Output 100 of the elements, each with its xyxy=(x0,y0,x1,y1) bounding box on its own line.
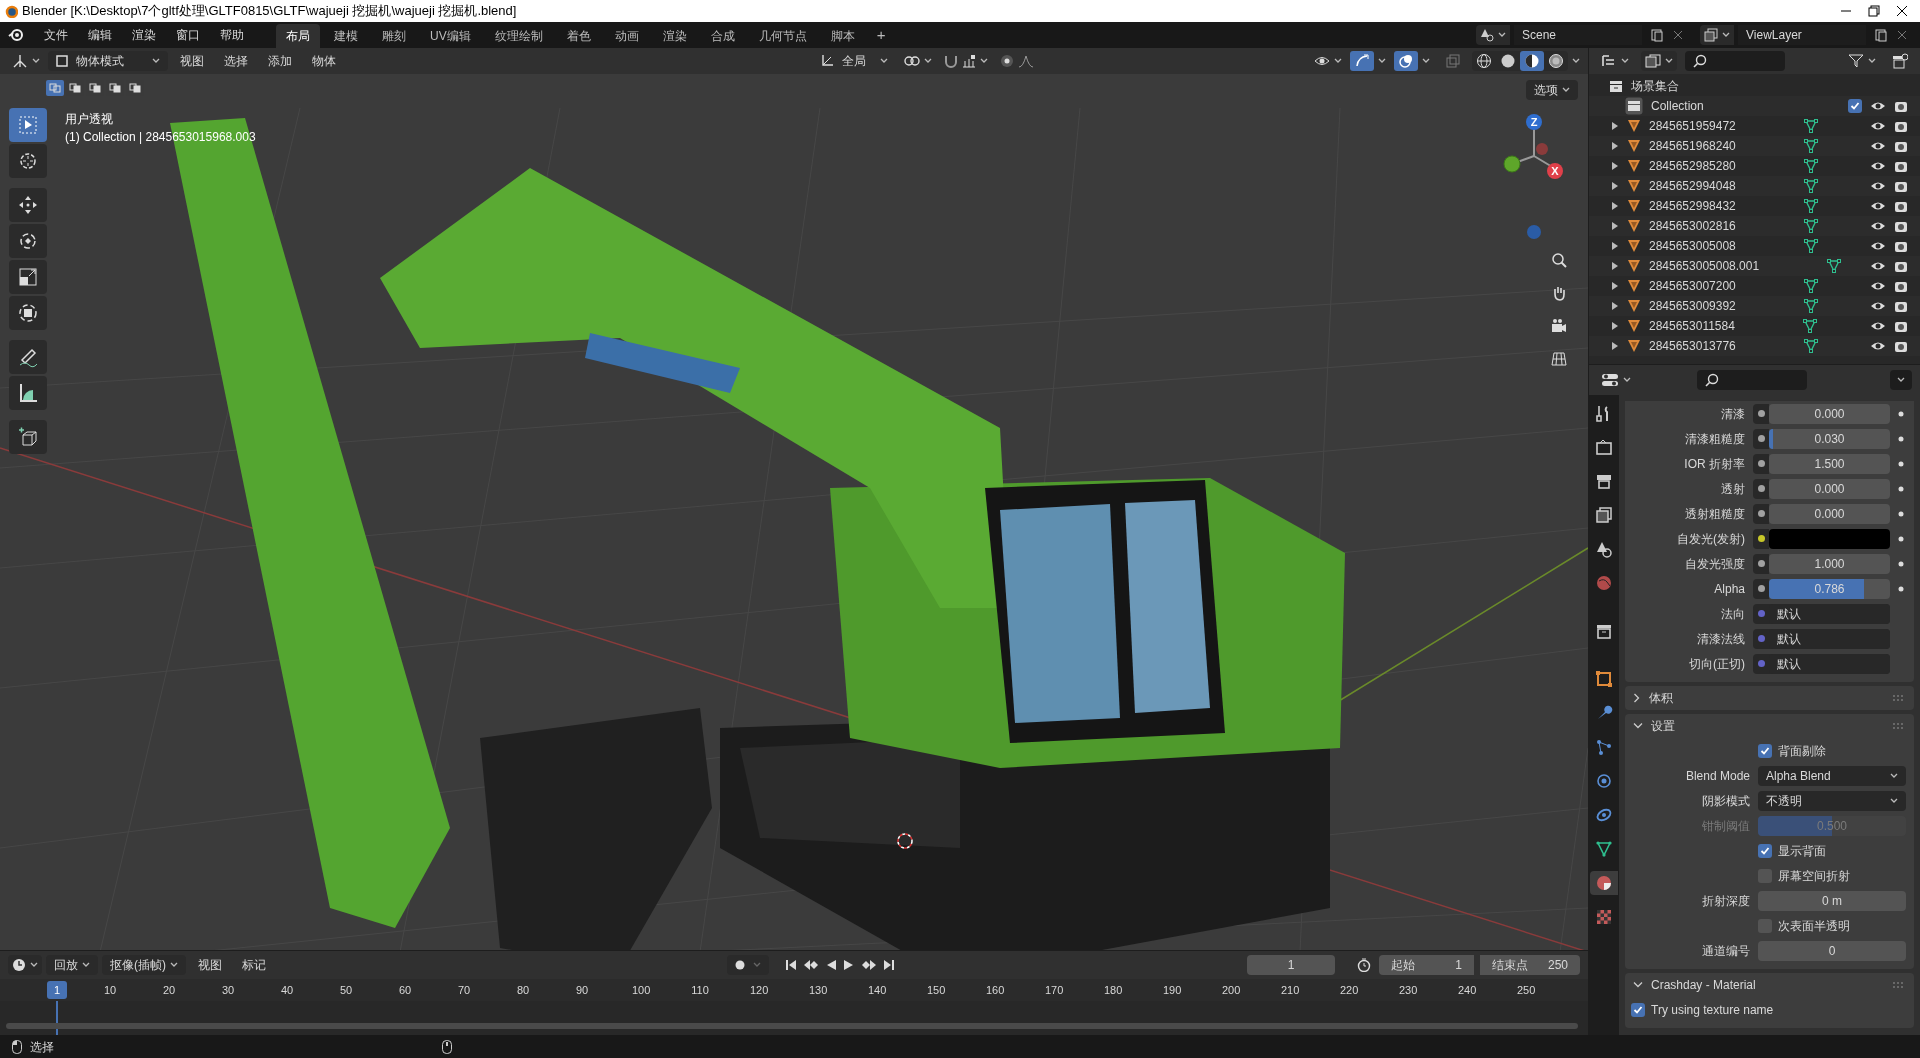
value-slider[interactable]: 0.786 xyxy=(1769,578,1890,599)
workspace-tab[interactable]: 雕刻 xyxy=(372,24,416,48)
outliner-item[interactable]: Collection xyxy=(1651,97,1704,115)
expand-toggle[interactable] xyxy=(1611,182,1619,190)
panel-title[interactable]: 设置 xyxy=(1651,717,1675,735)
scrollbar[interactable] xyxy=(6,1023,1578,1029)
viewport[interactable]: 物体模式 视图 选择 添加 物体 全局 选项 用户透视 (1) Collection | 2845653015968.003 Z X xyxy=(0,48,1588,950)
display-mode-button[interactable] xyxy=(1641,51,1677,71)
outliner-item[interactable]: 2845653005008 xyxy=(1649,237,1736,255)
tool-button[interactable] xyxy=(9,420,47,454)
mode-dropdown[interactable]: 物体模式 xyxy=(48,51,168,71)
menu-item[interactable]: 编辑 xyxy=(80,24,120,46)
menu-item[interactable]: 选择 xyxy=(216,51,256,71)
value-slider[interactable]: 0.030 xyxy=(1769,428,1890,449)
navigation-gizmo[interactable]: Z X xyxy=(1498,110,1570,240)
workspace-tab[interactable]: UV编辑 xyxy=(420,24,481,48)
shading-mode-button[interactable] xyxy=(1520,51,1544,71)
menu-item[interactable]: 视图 xyxy=(190,955,230,975)
number-field[interactable]: 0 xyxy=(1758,940,1906,961)
outliner-item[interactable]: 2845651959472 xyxy=(1649,117,1736,135)
options-dropdown[interactable] xyxy=(1890,370,1912,390)
menu-item[interactable]: 添加 xyxy=(260,51,300,71)
workspace-tab[interactable]: 动画 xyxy=(604,24,649,48)
workspace-tab[interactable]: 建模 xyxy=(324,24,368,48)
menu-item[interactable]: 抠像(插帧) xyxy=(102,955,186,975)
outliner-item[interactable]: 2845652985280 xyxy=(1649,157,1736,175)
panel-toggle[interactable] xyxy=(1633,981,1643,989)
menu-item[interactable]: 文件 xyxy=(36,24,76,46)
panel-title[interactable]: Crashday - Material xyxy=(1651,976,1756,994)
dropdown[interactable]: Alpha Blend xyxy=(1758,765,1906,786)
tool-button[interactable] xyxy=(9,376,47,410)
color-swatch[interactable] xyxy=(1769,528,1890,549)
view-layer-browse-button[interactable] xyxy=(1700,25,1734,45)
menu-item[interactable]: 标记 xyxy=(234,955,274,975)
expand-toggle[interactable] xyxy=(1611,342,1619,350)
workspace-tab[interactable]: 几何节点 xyxy=(748,24,817,48)
expand-toggle[interactable] xyxy=(1611,142,1619,150)
outliner-item[interactable]: 2845653011584 xyxy=(1649,317,1735,335)
outliner-item[interactable]: 2845653007200 xyxy=(1649,277,1736,295)
search-field[interactable] xyxy=(1685,51,1785,71)
outliner-item[interactable]: 2845652998432 xyxy=(1649,197,1736,215)
menu-item[interactable]: 物体 xyxy=(304,51,344,71)
expand-toggle[interactable] xyxy=(1611,302,1619,310)
checkbox[interactable] xyxy=(1631,1002,1645,1017)
number-field[interactable]: 0 m xyxy=(1758,890,1906,911)
menu-item[interactable]: 窗口 xyxy=(168,24,208,46)
expand-toggle[interactable] xyxy=(1611,242,1619,250)
playhead-frame[interactable]: 1 xyxy=(47,981,67,999)
expand-toggle[interactable] xyxy=(1611,162,1619,170)
keyframe-record-button[interactable] xyxy=(727,955,769,975)
scene-browse-button[interactable] xyxy=(1476,25,1510,45)
mesh-object-icon xyxy=(1627,299,1641,313)
expand-toggle[interactable] xyxy=(1611,222,1619,230)
editor-type-button[interactable] xyxy=(8,955,42,975)
panel-toggle[interactable] xyxy=(1633,693,1641,703)
value-slider[interactable]: 0.000 xyxy=(1769,478,1890,499)
orientation-dropdown[interactable]: 全局 xyxy=(812,51,896,71)
current-frame-field[interactable]: 1 xyxy=(1247,955,1335,975)
view-layer-field[interactable]: ViewLayer xyxy=(1738,25,1866,45)
menu-item[interactable]: 渲染 xyxy=(124,24,164,46)
value-slider[interactable]: 0.000 xyxy=(1769,503,1890,524)
number-field[interactable]: 1.000 xyxy=(1769,553,1890,574)
menu-item[interactable]: 视图 xyxy=(172,51,212,71)
checkbox[interactable] xyxy=(1758,743,1772,758)
workspace-tab[interactable]: 布局 xyxy=(276,24,320,48)
properties-tab[interactable] xyxy=(1590,871,1618,895)
workspace-tab[interactable]: 合成 xyxy=(700,24,745,48)
checkbox[interactable] xyxy=(1758,843,1772,858)
expand-toggle[interactable] xyxy=(1611,262,1619,270)
outliner-item[interactable]: 场景集合 xyxy=(1631,77,1679,95)
value-slider[interactable]: 0.000 xyxy=(1769,403,1890,424)
expand-toggle[interactable] xyxy=(1611,322,1619,330)
gizmo-toggle[interactable] xyxy=(1350,51,1374,71)
tool-button[interactable] xyxy=(9,144,47,178)
end-frame-field[interactable]: 结束点 250 xyxy=(1480,955,1580,975)
options-button[interactable]: 选项 xyxy=(1526,80,1578,100)
expand-toggle[interactable] xyxy=(1611,282,1619,290)
workspace-tab[interactable]: 脚本 xyxy=(820,24,865,48)
menu-item[interactable]: 回放 xyxy=(46,955,98,975)
menu-item[interactable]: 帮助 xyxy=(212,24,252,46)
tool-button[interactable] xyxy=(9,224,47,258)
overlay-toggle[interactable] xyxy=(1394,51,1418,71)
panel-title[interactable]: 体积 xyxy=(1649,689,1673,707)
tool-button[interactable] xyxy=(9,188,47,222)
scene-field[interactable]: Scene xyxy=(1514,25,1642,45)
dropdown[interactable]: 不透明 xyxy=(1758,790,1906,811)
tool-button[interactable] xyxy=(9,296,47,330)
number-field[interactable]: 1.500 xyxy=(1769,453,1890,474)
search-field[interactable] xyxy=(1697,370,1807,390)
workspace-tab[interactable]: 着色 xyxy=(556,24,601,48)
panel-toggle[interactable] xyxy=(1633,722,1643,730)
expand-toggle[interactable] xyxy=(1611,122,1619,130)
workspace-tab[interactable]: 纹理绘制 xyxy=(484,24,553,48)
tool-button[interactable] xyxy=(9,340,47,374)
start-frame-field[interactable]: 起始 1 xyxy=(1379,955,1474,975)
expand-toggle[interactable] xyxy=(1611,202,1619,210)
checkbox[interactable] xyxy=(1848,99,1862,113)
add-workspace-button[interactable]: + xyxy=(868,23,894,47)
tool-button[interactable] xyxy=(9,260,47,294)
workspace-tab[interactable]: 渲染 xyxy=(652,24,697,48)
